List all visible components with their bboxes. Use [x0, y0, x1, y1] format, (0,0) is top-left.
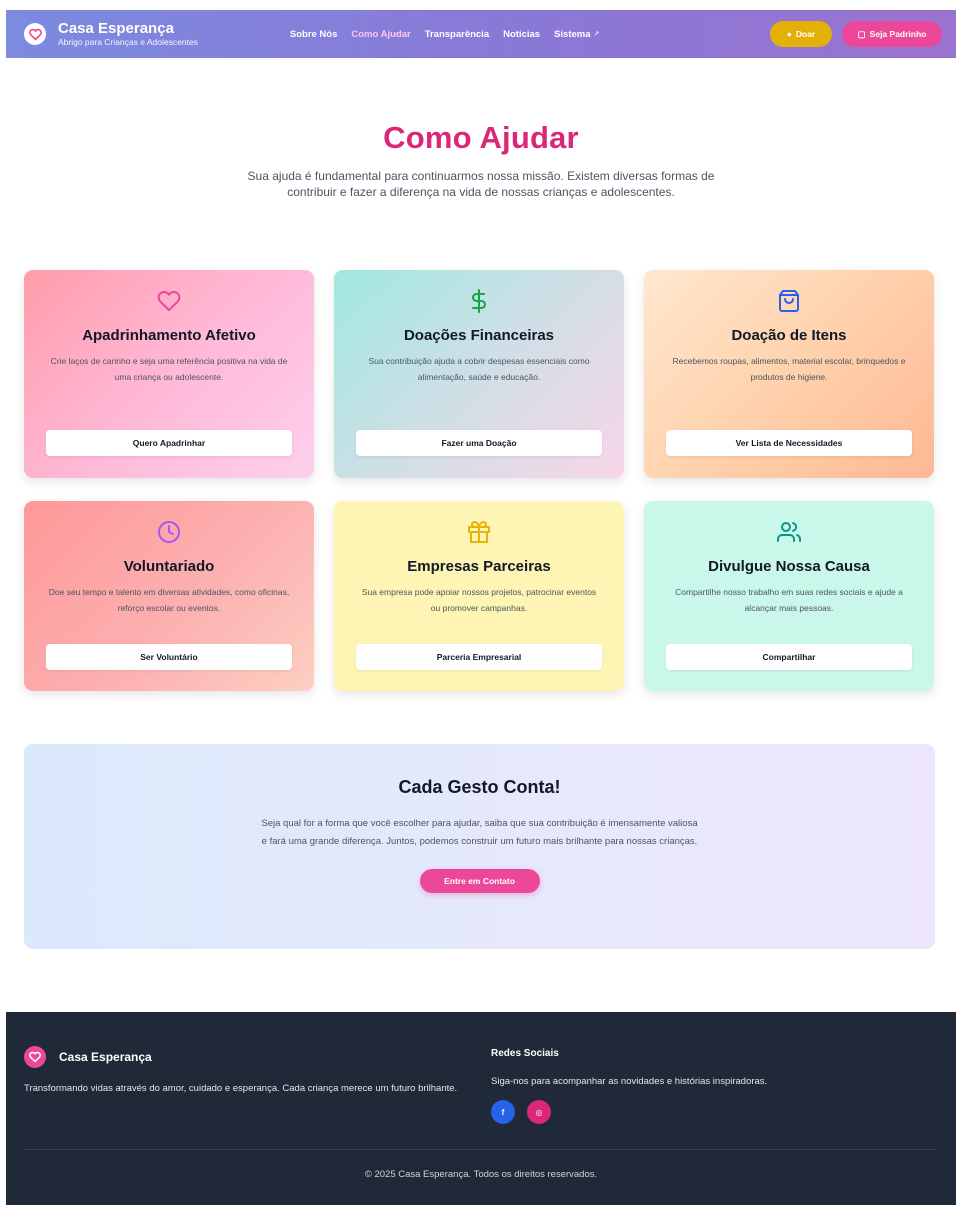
card-text: Sua empresa pode apoiar nossos projetos,… — [361, 587, 597, 613]
page-subtitle: Sua ajuda é fundamental para continuarmo… — [247, 169, 715, 199]
card-divulgue-causa: Divulgue Nossa Causa Compartilhe nosso t… — [644, 501, 934, 691]
cta-title: Cada Gesto Conta! — [398, 777, 561, 797]
main-nav: Sobre Nós Como Ajudar Transparência Notí… — [290, 29, 600, 40]
top-navbar: Casa Esperança Abrigo para Crianças e Ad… — [6, 10, 956, 58]
compartilhar-button[interactable]: Compartilhar — [666, 644, 912, 670]
card-title: Voluntariado — [123, 558, 215, 575]
card-text: Doe seu tempo e talento em diversas ativ… — [48, 587, 290, 613]
nav-label: Notícias — [503, 28, 541, 40]
entre-em-contato-button[interactable]: Entre em Contato — [419, 869, 540, 893]
nav-transparencia[interactable]: Transparência — [425, 29, 489, 40]
card-text: Crie laços de carinho e seja uma referên… — [50, 356, 288, 382]
external-link-icon: ↗ — [593, 31, 600, 38]
facebook-icon[interactable]: f — [491, 1100, 515, 1124]
footer-divider — [24, 1149, 936, 1150]
page: Casa Esperança Abrigo para Crianças e Ad… — [6, 10, 956, 1205]
footer: Casa Esperança Transformando vidas atrav… — [6, 1012, 956, 1205]
hero-section: Como Ajudar Sua ajuda é fundamental para… — [6, 120, 956, 200]
dollar-icon — [356, 288, 602, 314]
gift-small-icon: ▢ — [857, 28, 866, 39]
nav-noticias[interactable]: Notícias — [503, 29, 540, 40]
nav-label: Como Ajudar — [351, 28, 411, 40]
social-text: Siga-nos para acompanhar as novidades e … — [491, 1076, 768, 1087]
card-apadrinhamento: Apadrinhamento Afetivo Crie laços de car… — [24, 270, 314, 478]
gift-icon — [356, 519, 602, 545]
nav-como-ajudar[interactable]: Como Ajudar — [351, 29, 410, 40]
seja-padrinho-button[interactable]: ▢ Seja Padrinho — [842, 21, 942, 47]
clock-icon — [46, 519, 292, 545]
footer-description: Transformando vidas através do amor, cui… — [24, 1083, 458, 1094]
page-title: Como Ajudar — [383, 120, 579, 155]
parceria-empresarial-button[interactable]: Parceria Empresarial — [356, 644, 602, 670]
shopping-bag-icon — [666, 288, 912, 314]
nav-label: Sobre Nós — [289, 28, 338, 40]
card-title: Apadrinhamento Afetivo — [82, 327, 256, 344]
card-title: Empresas Parceiras — [407, 558, 551, 575]
logo-heart-icon[interactable] — [24, 23, 46, 45]
donate-icon: ● — [786, 29, 792, 39]
card-text: Compartilhe nosso trabalho em suas redes… — [675, 587, 903, 613]
social-icons: f ◎ — [491, 1100, 551, 1124]
card-text: Sua contribuição ajuda a cobrir despesas… — [368, 356, 590, 382]
card-title: Doação de Itens — [731, 327, 847, 344]
instagram-icon[interactable]: ◎ — [527, 1100, 551, 1124]
fazer-doacao-button[interactable]: Fazer uma Doação — [356, 430, 602, 456]
nav-sistema[interactable]: Sistema ↗ — [554, 29, 599, 40]
padrinho-label: Seja Padrinho — [869, 29, 927, 39]
social-title: Redes Sociais — [491, 1048, 559, 1059]
copyright: © 2025 Casa Esperança. Todos os direitos… — [364, 1169, 598, 1180]
quero-apadrinhar-button[interactable]: Quero Apadrinhar — [46, 430, 292, 456]
cta-section: Cada Gesto Conta! Seja qual for a forma … — [24, 744, 935, 949]
help-options-grid: Apadrinhamento Afetivo Crie laços de car… — [24, 270, 935, 691]
card-empresas-parceiras: Empresas Parceiras Sua empresa pode apoi… — [334, 501, 624, 691]
footer-brand: Casa Esperança — [24, 1046, 152, 1068]
ver-lista-necessidades-button[interactable]: Ver Lista de Necessidades — [666, 430, 912, 456]
card-title: Divulgue Nossa Causa — [708, 558, 870, 575]
doar-label: Doar — [795, 29, 816, 39]
footer-brand-name: Casa Esperança — [59, 1050, 152, 1064]
card-doacoes-financeiras: Doações Financeiras Sua contribuição aju… — [334, 270, 624, 478]
nav-label: Sistema — [554, 28, 591, 40]
heart-icon — [46, 288, 292, 314]
card-text: Recebemos roupas, alimentos, material es… — [672, 356, 906, 382]
header-actions: ● Doar ▢ Seja Padrinho — [770, 21, 942, 47]
brand-subtitle: Abrigo para Crianças e Adolescentes — [58, 37, 198, 48]
card-doacao-itens: Doação de Itens Recebemos roupas, alimen… — [644, 270, 934, 478]
brand-name: Casa Esperança — [58, 20, 174, 38]
brand[interactable]: Casa Esperança Abrigo para Crianças e Ad… — [58, 21, 198, 47]
doar-button[interactable]: ● Doar — [770, 21, 832, 47]
nav-label: Transparência — [424, 28, 490, 40]
nav-sobre-nos[interactable]: Sobre Nós — [290, 29, 338, 40]
cta-text: Seja qual for a forma que você escolher … — [261, 818, 698, 847]
ser-voluntario-button[interactable]: Ser Voluntário — [46, 644, 292, 670]
card-title: Doações Financeiras — [403, 327, 555, 344]
users-icon — [666, 519, 912, 545]
card-voluntariado: Voluntariado Doe seu tempo e talento em … — [24, 501, 314, 691]
footer-heart-icon — [24, 1046, 46, 1068]
